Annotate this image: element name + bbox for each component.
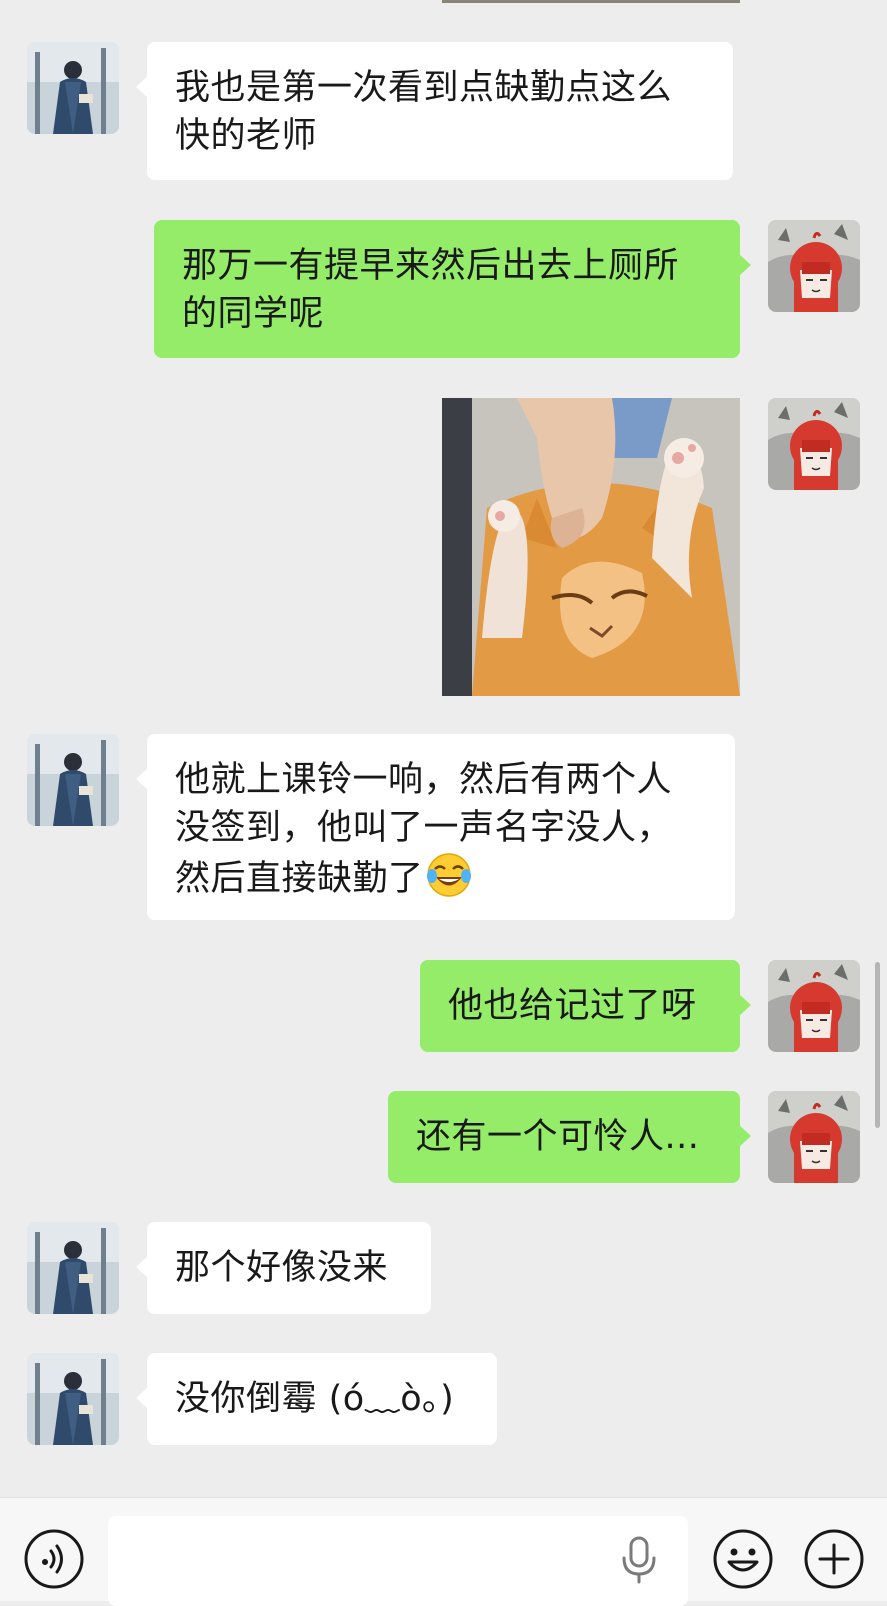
orange-cat-sticker[interactable]	[442, 398, 740, 696]
message-text: 没你倒霉 (ó﹏ò｡)	[175, 1379, 455, 1419]
friend-avatar[interactable]	[27, 734, 119, 826]
message-bubble-incoming[interactable]: 他就上课铃一响，然后有两个人 没签到，他叫了一声名字没人， 然后直接缺勤了	[136, 734, 735, 920]
message-text: 我也是第一次看到点缺勤点这么 快的老师	[175, 68, 673, 156]
message-text: 他也给记过了呀	[448, 986, 697, 1026]
my-avatar[interactable]	[768, 398, 860, 490]
microphone-icon[interactable]	[618, 1536, 660, 1584]
message-text: 还有一个可怜人...	[416, 1117, 700, 1157]
friend-avatar[interactable]	[27, 1222, 119, 1314]
tears-of-joy-emoji	[426, 852, 472, 911]
message-text: 他就上课铃一响，然后有两个人 没签到，他叫了一声名字没人， 然后直接缺勤了	[175, 760, 673, 899]
message-bubble-incoming[interactable]: 没你倒霉 (ó﹏ò｡)	[136, 1353, 497, 1445]
friend-avatar[interactable]	[27, 42, 119, 134]
scrollbar[interactable]	[875, 962, 880, 1128]
message-bubble-incoming[interactable]: 那个好像没来	[136, 1222, 431, 1314]
plus-icon[interactable]	[803, 1528, 865, 1590]
input-bar	[0, 1497, 887, 1606]
message-bubble-outgoing[interactable]: 他也给记过了呀	[420, 960, 751, 1052]
my-avatar[interactable]	[768, 960, 860, 1052]
friend-avatar[interactable]	[27, 1353, 119, 1445]
message-bubble-outgoing[interactable]: 那万一有提早来然后出去上厕所 的同学呢	[154, 220, 751, 358]
message-bubble-incoming[interactable]: 我也是第一次看到点缺勤点这么 快的老师	[136, 42, 733, 180]
voice-mode-icon[interactable]	[23, 1528, 85, 1590]
message-input[interactable]	[108, 1516, 688, 1606]
my-avatar[interactable]	[768, 220, 860, 312]
my-avatar[interactable]	[768, 1091, 860, 1183]
message-bubble-outgoing[interactable]: 还有一个可怜人...	[388, 1091, 751, 1183]
chat-area[interactable]: 我也是第一次看到点缺勤点这么 快的老师 那万一有提早来然后出去上厕所 的同学呢	[0, 0, 887, 1497]
previous-image-edge[interactable]	[442, 0, 740, 3]
message-text: 那个好像没来	[175, 1248, 389, 1288]
message-text: 那万一有提早来然后出去上厕所 的同学呢	[182, 246, 680, 334]
emoji-icon[interactable]	[712, 1528, 774, 1590]
